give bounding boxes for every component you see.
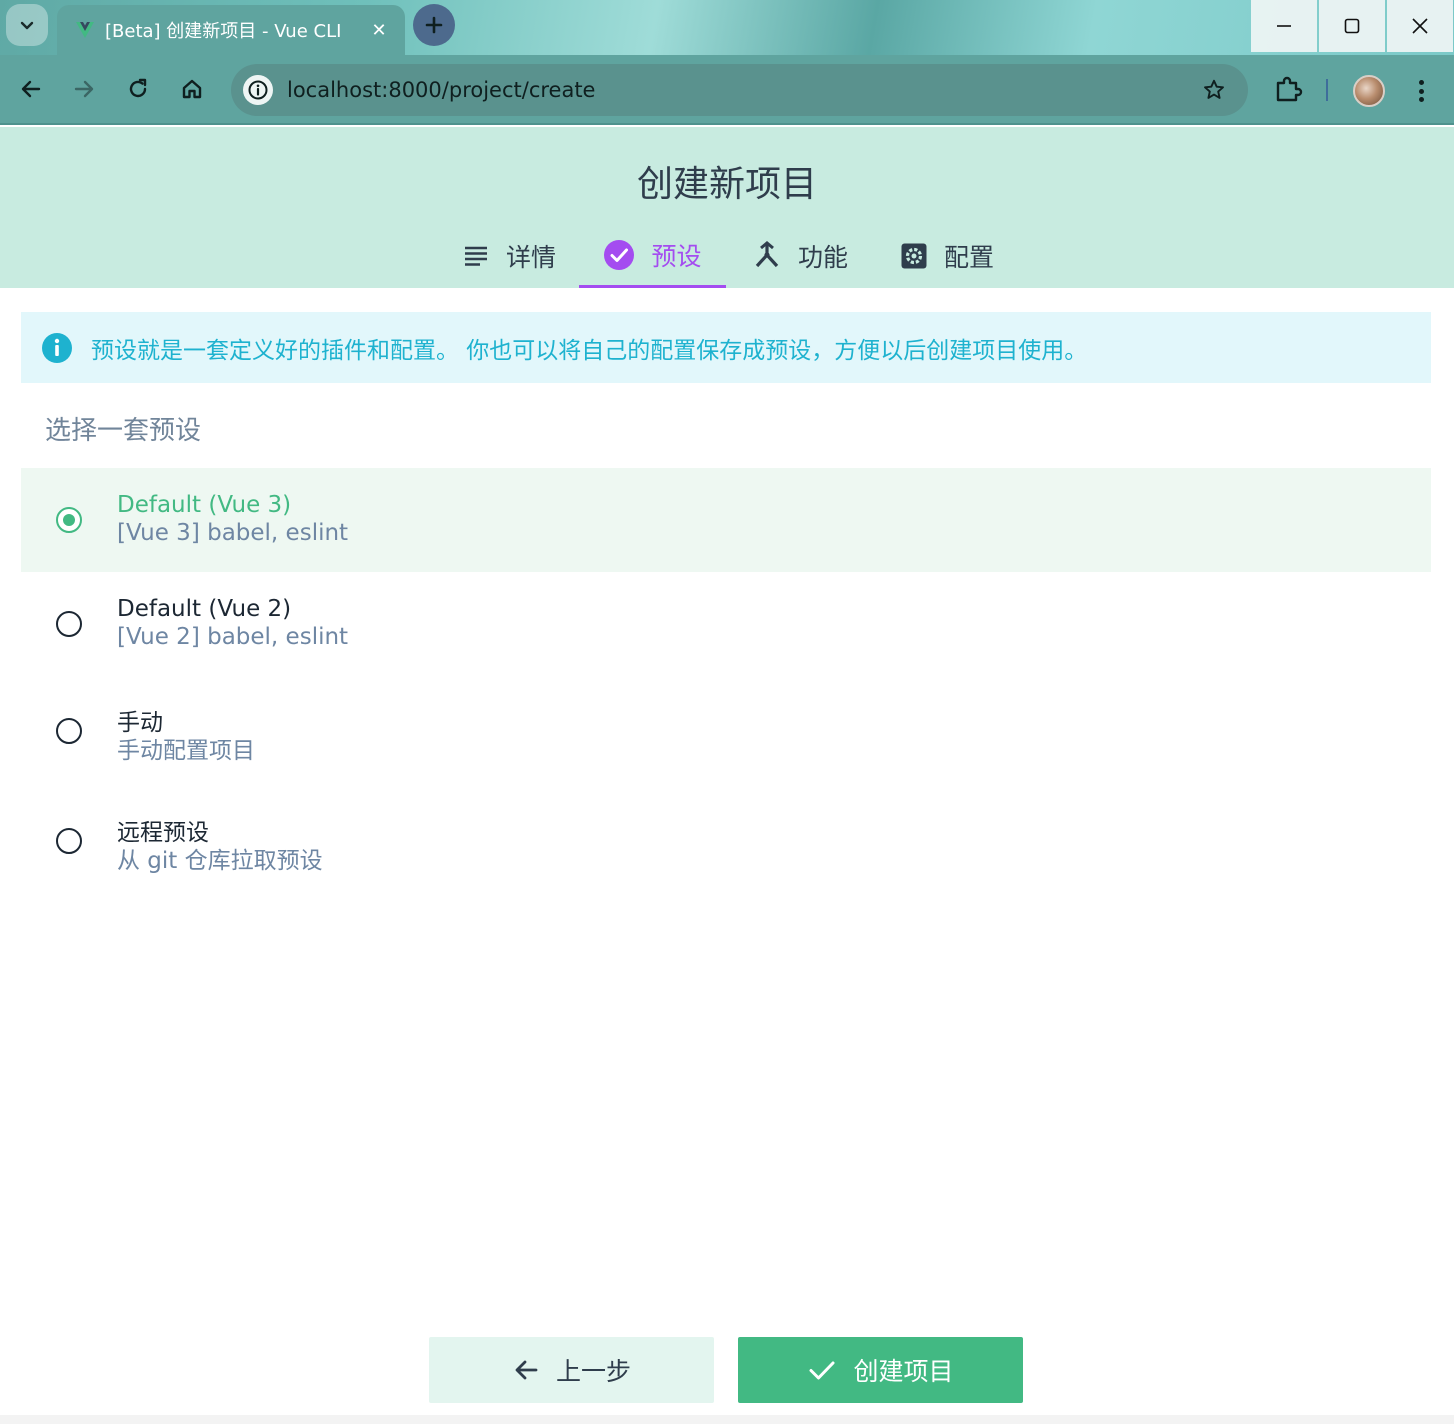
- arrow-right-icon: [74, 80, 94, 98]
- page-bottom-edge: [0, 1415, 1454, 1424]
- call-split-icon: [755, 241, 779, 268]
- vue-logo-icon: [76, 22, 94, 38]
- browser-tab[interactable]: [Beta] 创建新项目 - Vue CLI ✕: [57, 5, 405, 55]
- tab-config-label: 配置: [943, 243, 994, 272]
- create-project-label: 创建项目: [853, 1357, 954, 1386]
- preset-name: Default (Vue 2): [117, 596, 292, 622]
- toolbar-separator: [1326, 79, 1328, 101]
- info-outline-icon: [248, 80, 268, 100]
- info-banner: 预设就是一套定义好的插件和配置。 你也可以将自己的配置保存成预设，方便以后创建项…: [21, 312, 1431, 383]
- tab-details-label: 详情: [505, 243, 556, 272]
- tab-details[interactable]: 详情: [440, 224, 578, 288]
- preset-option-remote[interactable]: 远程预设 从 git 仓库拉取预设: [21, 789, 1431, 893]
- preset-option-vue3[interactable]: Default (Vue 3) [Vue 3] babel, eslint: [21, 468, 1431, 572]
- previous-step-label: 上一步: [555, 1357, 631, 1386]
- extensions-puzzle-icon[interactable]: [1273, 74, 1303, 104]
- minimize-icon: [1277, 25, 1291, 27]
- preset-description: [Vue 2] babel, eslint: [117, 624, 349, 650]
- preset-option-manual[interactable]: 手动 手动配置项目: [21, 679, 1431, 783]
- tab-presets[interactable]: 预设: [579, 224, 726, 288]
- tab-close-icon[interactable]: ✕: [367, 20, 391, 41]
- browser-toolbar: localhost:8000/project/create: [0, 55, 1454, 125]
- plus-icon: [425, 16, 443, 34]
- step-tabs: 详情 预设 功能 配置: [0, 224, 1454, 288]
- preset-description: [Vue 3] babel, eslint: [117, 520, 349, 546]
- radio-unselected-icon[interactable]: [56, 611, 82, 637]
- tab-features-label: 功能: [797, 243, 848, 272]
- maximize-icon: [1344, 18, 1360, 34]
- browser-titlebar: [Beta] 创建新项目 - Vue CLI ✕: [0, 0, 1454, 55]
- radio-unselected-icon[interactable]: [56, 828, 82, 854]
- previous-step-button[interactable]: 上一步: [429, 1337, 714, 1403]
- check-icon: [807, 1355, 837, 1385]
- preset-description: 手动配置项目: [117, 738, 255, 764]
- tab-presets-label: 预设: [651, 241, 702, 271]
- preset-description: 从 git 仓库拉取预设: [117, 848, 323, 874]
- arrow-left-icon: [512, 1356, 540, 1384]
- check-circle-icon: [604, 239, 635, 270]
- close-icon: [1412, 18, 1428, 34]
- preset-name: Default (Vue 3): [117, 492, 292, 518]
- tab-search-button[interactable]: [6, 4, 48, 46]
- reload-icon: [129, 78, 147, 98]
- reload-button[interactable]: [120, 71, 156, 107]
- new-tab-button[interactable]: [413, 4, 455, 46]
- maximize-button[interactable]: [1319, 0, 1385, 52]
- section-title: 选择一套预设: [45, 416, 202, 446]
- browser-menu-icon[interactable]: [1408, 74, 1434, 108]
- preset-option-vue2[interactable]: Default (Vue 2) [Vue 2] babel, eslint: [21, 572, 1431, 676]
- arrow-left-icon: [21, 80, 41, 98]
- minimize-button[interactable]: [1251, 0, 1317, 52]
- tab-config[interactable]: 配置: [874, 224, 1020, 288]
- info-text: 预设就是一套定义好的插件和配置。 你也可以将自己的配置保存成预设，方便以后创建项…: [91, 337, 1088, 364]
- tab-features[interactable]: 功能: [727, 224, 873, 288]
- radio-unselected-icon[interactable]: [56, 718, 82, 744]
- page-header: 创建新项目 详情 预设 功能 配置: [0, 127, 1454, 288]
- home-button[interactable]: [174, 71, 210, 107]
- url-text: localhost:8000/project/create: [287, 78, 596, 102]
- create-project-button[interactable]: 创建项目: [738, 1337, 1023, 1403]
- bookmark-star-icon[interactable]: [1202, 78, 1226, 102]
- info-icon: [42, 332, 72, 363]
- chevron-down-icon: [20, 21, 34, 30]
- back-button[interactable]: [13, 71, 49, 107]
- radio-selected-icon[interactable]: [56, 507, 82, 533]
- forward-button[interactable]: [66, 71, 102, 107]
- settings-box-icon: [901, 243, 927, 269]
- tab-title: [Beta] 创建新项目 - Vue CLI: [105, 21, 342, 42]
- page-title: 创建新项目: [636, 164, 817, 205]
- home-icon: [182, 79, 202, 99]
- close-window-button[interactable]: [1387, 0, 1453, 52]
- address-bar[interactable]: localhost:8000/project/create: [231, 64, 1248, 116]
- profile-avatar[interactable]: [1353, 75, 1385, 107]
- list-icon: [464, 246, 487, 266]
- site-info-button[interactable]: [243, 75, 273, 105]
